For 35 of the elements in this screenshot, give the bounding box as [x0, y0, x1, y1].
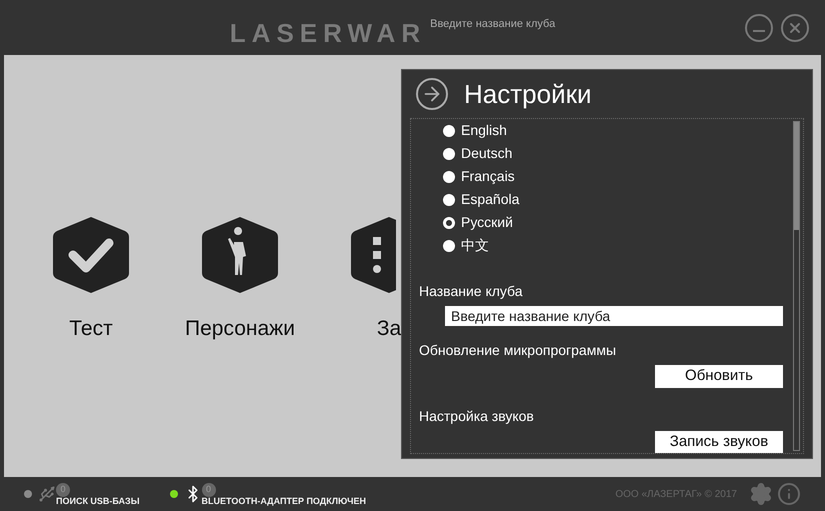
radio-button[interactable] — [443, 216, 455, 228]
minimize-button[interactable] — [745, 14, 773, 42]
list-hexagon-icon — [349, 215, 396, 295]
radio-button[interactable] — [443, 170, 455, 182]
device-status: ПОИСК USB-БАЗЫ — [56, 496, 140, 506]
tile-label[interactable]: Тест — [69, 313, 113, 344]
update-button[interactable]: Обновить — [655, 365, 783, 388]
record-sounds-button[interactable]: Запись звуков — [655, 430, 783, 453]
soldier-hexagon-icon — [200, 215, 280, 295]
club-name-field[interactable]: Введите название клуба — [445, 306, 783, 326]
language-label[interactable]: Русский — [461, 212, 513, 233]
radio-button[interactable] — [443, 124, 455, 136]
tile-label[interactable]: Персонажи — [185, 313, 295, 344]
language-label[interactable]: Española — [461, 189, 520, 210]
language-label[interactable]: English — [461, 120, 507, 141]
device-status: BLUETOOTH-АДАПТЕР ПОДКЛЮЧЕН — [202, 496, 366, 506]
club-name: Введите название клуба — [430, 16, 556, 32]
tile-label[interactable]: За — [376, 313, 402, 344]
checkmark-hexagon-icon — [51, 215, 131, 295]
scrollbar[interactable] — [793, 121, 800, 451]
close-button[interactable] — [781, 14, 809, 42]
language-label[interactable]: Français — [461, 166, 515, 187]
section-label: Настройка звуков — [419, 406, 535, 426]
section-label: Название клуба — [419, 282, 524, 301]
arrow-right-icon[interactable] — [416, 78, 448, 110]
settings-title: Настройки — [464, 78, 592, 110]
radio-button[interactable] — [443, 148, 455, 160]
language-label[interactable]: Deutsch — [461, 143, 512, 164]
radio-button[interactable] — [443, 194, 455, 206]
language-label[interactable]: 中文 — [461, 235, 489, 256]
minimize-icon — [753, 30, 765, 32]
radio-button[interactable] — [443, 240, 455, 252]
section-label: Обновление микропрограммы — [419, 341, 618, 360]
app-logo: LASERWAR — [230, 20, 426, 46]
usb-icon — [38, 485, 56, 503]
